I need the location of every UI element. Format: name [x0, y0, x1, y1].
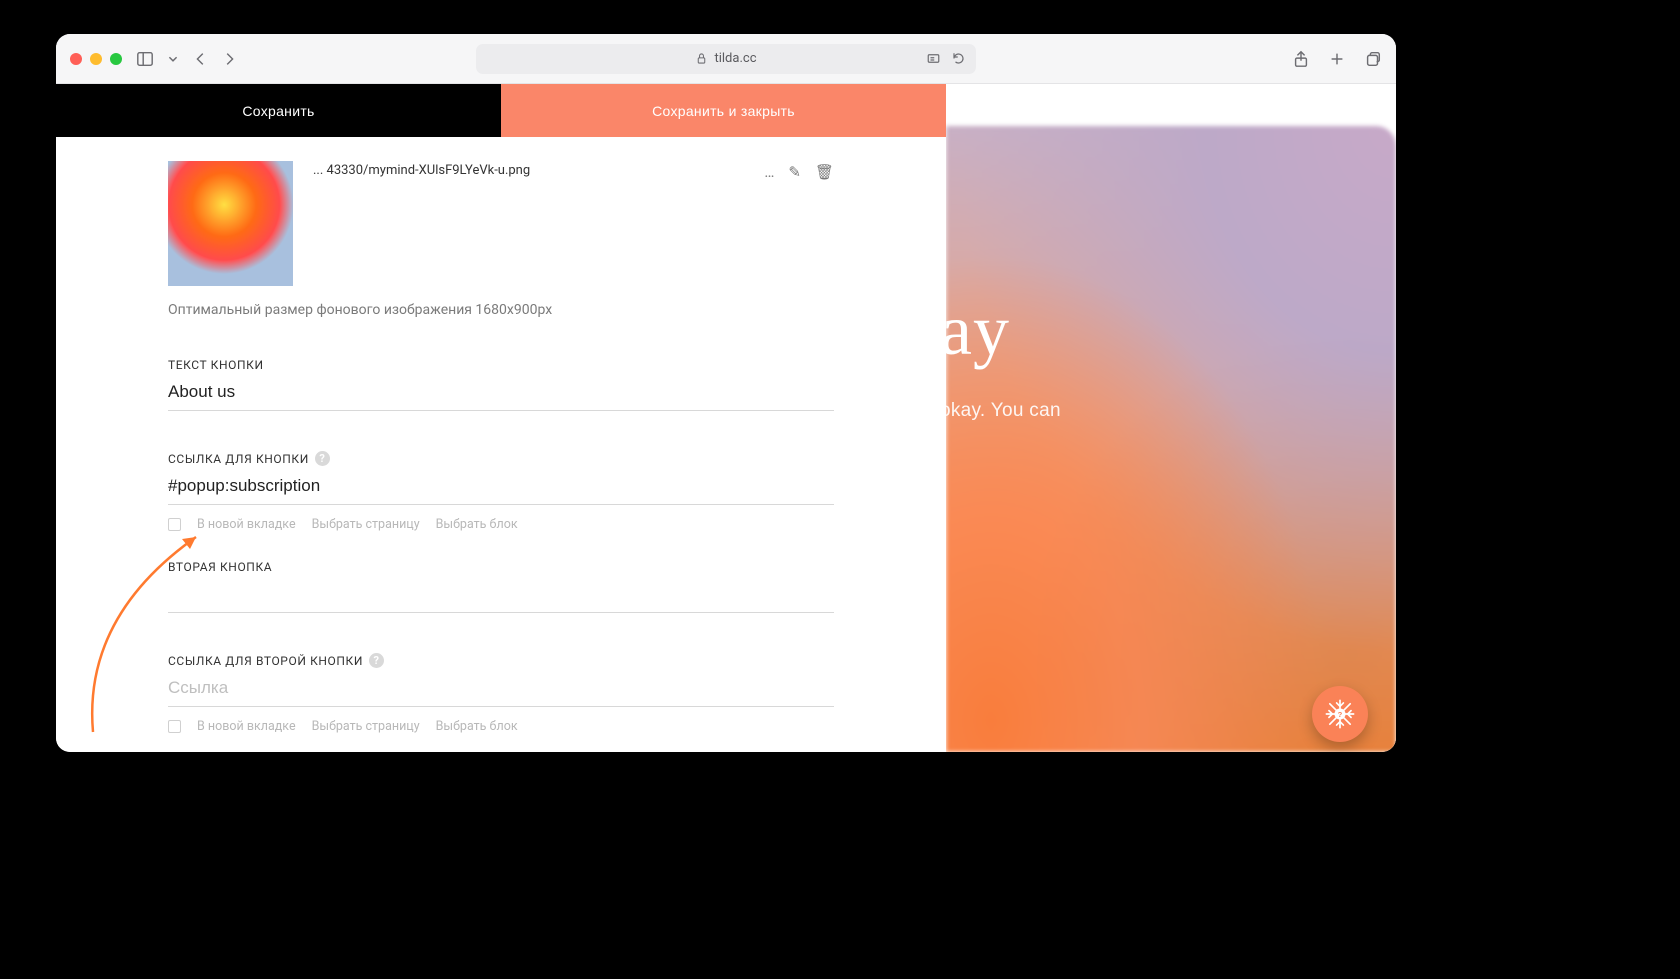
forward-button[interactable] — [220, 50, 238, 68]
toolbar-left-group — [136, 50, 238, 68]
window-zoom-button[interactable] — [110, 53, 122, 65]
panel-body: ... 43330/mymind-XUlsF9LYeVk-u.png … ✎ 🗑… — [56, 137, 946, 752]
second-button-label: ВТОРАЯ КНОПКА — [168, 560, 834, 574]
bg-image-tools: … ✎ 🗑 — [764, 163, 834, 181]
address-bar[interactable]: tilda.cc — [476, 44, 976, 74]
choose-block-link[interactable]: Выбрать блок — [436, 517, 518, 532]
button-link-input[interactable] — [168, 466, 834, 505]
window-close-button[interactable] — [70, 53, 82, 65]
tabs-icon[interactable] — [1364, 50, 1382, 68]
panel-actions: Сохранить Сохранить и закрыть — [56, 84, 946, 137]
snowflake-help-icon: ? — [1323, 697, 1357, 731]
second-link-subrow: В новой вкладке Выбрать страницу Выбрать… — [168, 719, 834, 734]
preview-text: ay okay. You can — [946, 294, 1061, 422]
toolbar-right-group — [1292, 50, 1382, 68]
bg-image-hint: Оптимальный размер фонового изображения … — [168, 302, 834, 318]
preview-title-fragment: ay — [946, 294, 1061, 366]
choose-block-link-2[interactable]: Выбрать блок — [436, 719, 518, 734]
preview-subtitle-fragment: okay. You can — [946, 400, 1061, 422]
delete-icon[interactable]: 🗑 — [815, 163, 834, 181]
lock-icon — [695, 52, 708, 65]
choose-page-link-2[interactable]: Выбрать страницу — [312, 719, 420, 734]
new-tab-label[interactable]: В новой вкладке — [197, 517, 296, 532]
settings-panel: Сохранить Сохранить и закрыть ... 43330/… — [56, 84, 946, 752]
button-text-label: ТЕКСТ КНОПКИ — [168, 358, 834, 372]
new-tab-icon[interactable] — [1328, 50, 1346, 68]
stage: tilda.cc — [0, 0, 1680, 979]
bg-image-filename: ... 43330/mymind-XUlsF9LYeVk-u.png — [313, 163, 530, 178]
bg-image-thumbnail[interactable] — [168, 161, 293, 286]
reload-icon[interactable] — [951, 51, 966, 66]
button-text-input[interactable] — [168, 372, 834, 411]
new-tab-label-2[interactable]: В новой вкладке — [197, 719, 296, 734]
browser-window: tilda.cc — [56, 34, 1396, 752]
reader-icon[interactable] — [926, 51, 941, 66]
browser-toolbar: tilda.cc — [56, 34, 1396, 84]
second-link-input[interactable] — [168, 668, 834, 707]
help-chat-button[interactable]: ? — [1312, 686, 1368, 742]
sidebar-icon[interactable] — [136, 50, 154, 68]
back-button[interactable] — [192, 50, 210, 68]
address-host: tilda.cc — [714, 51, 756, 66]
page-preview: ay okay. You can — [946, 84, 1396, 752]
save-button[interactable]: Сохранить — [56, 84, 501, 137]
content-area: Сохранить Сохранить и закрыть ... 43330/… — [56, 84, 1396, 752]
toolbar-dropdown-icon[interactable] — [164, 50, 182, 68]
help-icon[interactable]: ? — [369, 653, 384, 668]
button-link-subrow: В новой вкладке Выбрать страницу Выбрать… — [168, 517, 834, 532]
new-tab-checkbox[interactable] — [168, 518, 181, 531]
help-icon[interactable]: ? — [315, 451, 330, 466]
bg-image-row: ... 43330/mymind-XUlsF9LYeVk-u.png … ✎ 🗑 — [168, 161, 834, 286]
edit-icon[interactable]: ✎ — [788, 163, 801, 181]
preview-gradient — [946, 126, 1396, 752]
svg-text:?: ? — [1338, 710, 1343, 719]
window-minimize-button[interactable] — [90, 53, 102, 65]
save-and-close-button[interactable]: Сохранить и закрыть — [501, 84, 946, 137]
window-controls — [70, 53, 122, 65]
share-icon[interactable] — [1292, 50, 1310, 68]
more-icon[interactable]: … — [764, 163, 774, 181]
choose-page-link[interactable]: Выбрать страницу — [312, 517, 420, 532]
second-button-input[interactable] — [168, 574, 834, 613]
new-tab-checkbox-2[interactable] — [168, 720, 181, 733]
second-link-label: ССЫЛКА ДЛЯ ВТОРОЙ КНОПКИ ? — [168, 653, 834, 668]
button-link-label: ССЫЛКА ДЛЯ КНОПКИ ? — [168, 451, 834, 466]
